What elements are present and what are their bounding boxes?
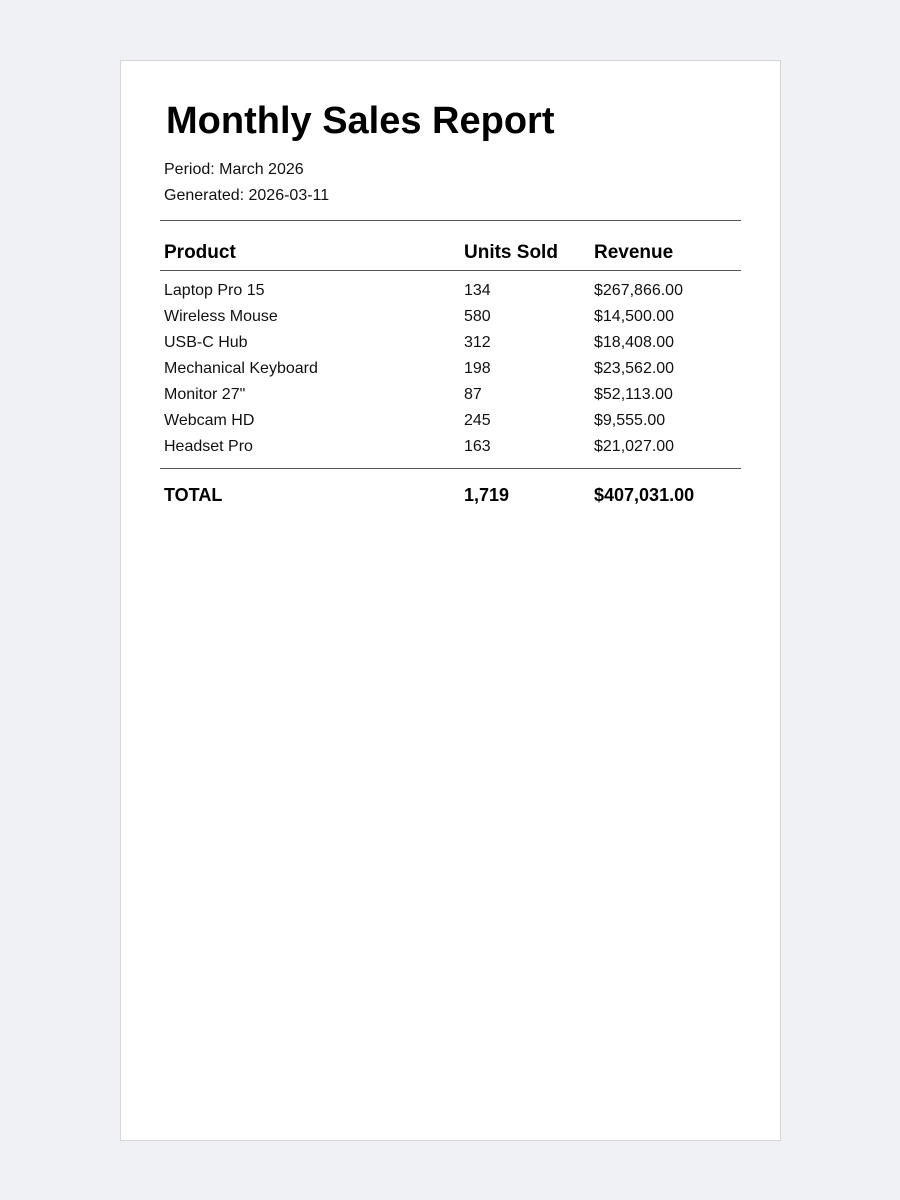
- cell-product: Webcam HD: [164, 412, 255, 429]
- cell-revenue: $9,555.00: [594, 412, 666, 429]
- table-header-row: Product Units Sold Revenue: [164, 242, 741, 268]
- table-row: USB-C Hub 312 $18,408.00: [164, 334, 741, 360]
- cell-revenue: $18,408.00: [594, 334, 675, 351]
- header-units-sold: Units Sold: [464, 242, 558, 263]
- table-body: Laptop Pro 15 134 $267,866.00 Wireless M…: [121, 282, 741, 464]
- cell-product: Wireless Mouse: [164, 308, 278, 325]
- cell-product: Mechanical Keyboard: [164, 360, 318, 377]
- cell-revenue: $267,866.00: [594, 282, 683, 299]
- cell-units: 580: [464, 308, 491, 325]
- total-revenue: $407,031.00: [594, 485, 695, 505]
- cell-units: 245: [464, 412, 491, 429]
- header-product: Product: [164, 242, 236, 263]
- report-page: Monthly Sales Report Period: March 2026 …: [120, 60, 781, 1141]
- total-label: TOTAL: [164, 485, 223, 505]
- cell-units: 312: [464, 334, 491, 351]
- cell-revenue: $23,562.00: [594, 360, 675, 377]
- table-row: Webcam HD 245 $9,555.00: [164, 412, 741, 438]
- cell-units: 87: [464, 386, 482, 403]
- total-units: 1,719: [464, 485, 510, 505]
- cell-units: 198: [464, 360, 491, 377]
- report-period: Period: March 2026: [164, 161, 304, 178]
- report-generated-date: Generated: 2026-03-11: [164, 187, 330, 204]
- divider-top: [160, 220, 741, 221]
- cell-revenue: $21,027.00: [594, 438, 675, 455]
- table-row: Wireless Mouse 580 $14,500.00: [164, 308, 741, 334]
- header-revenue: Revenue: [594, 242, 674, 263]
- cell-product: Headset Pro: [164, 438, 253, 455]
- cell-product: USB-C Hub: [164, 334, 248, 351]
- page-title: Monthly Sales Report: [166, 100, 555, 142]
- table-row: Headset Pro 163 $21,027.00: [164, 438, 741, 464]
- cell-revenue: $14,500.00: [594, 308, 675, 325]
- table-total-row: TOTAL 1,719 $407,031.00: [164, 485, 741, 511]
- cell-product: Laptop Pro 15: [164, 282, 265, 299]
- cell-units: 163: [464, 438, 491, 455]
- cell-revenue: $52,113.00: [594, 386, 673, 403]
- cell-product: Monitor 27": [164, 386, 246, 403]
- divider-total: [160, 468, 741, 469]
- table-row: Monitor 27" 87 $52,113.00: [164, 386, 741, 412]
- cell-units: 134: [464, 282, 491, 299]
- table-row: Laptop Pro 15 134 $267,866.00: [164, 282, 741, 308]
- divider-header: [160, 270, 741, 271]
- table-row: Mechanical Keyboard 198 $23,562.00: [164, 360, 741, 386]
